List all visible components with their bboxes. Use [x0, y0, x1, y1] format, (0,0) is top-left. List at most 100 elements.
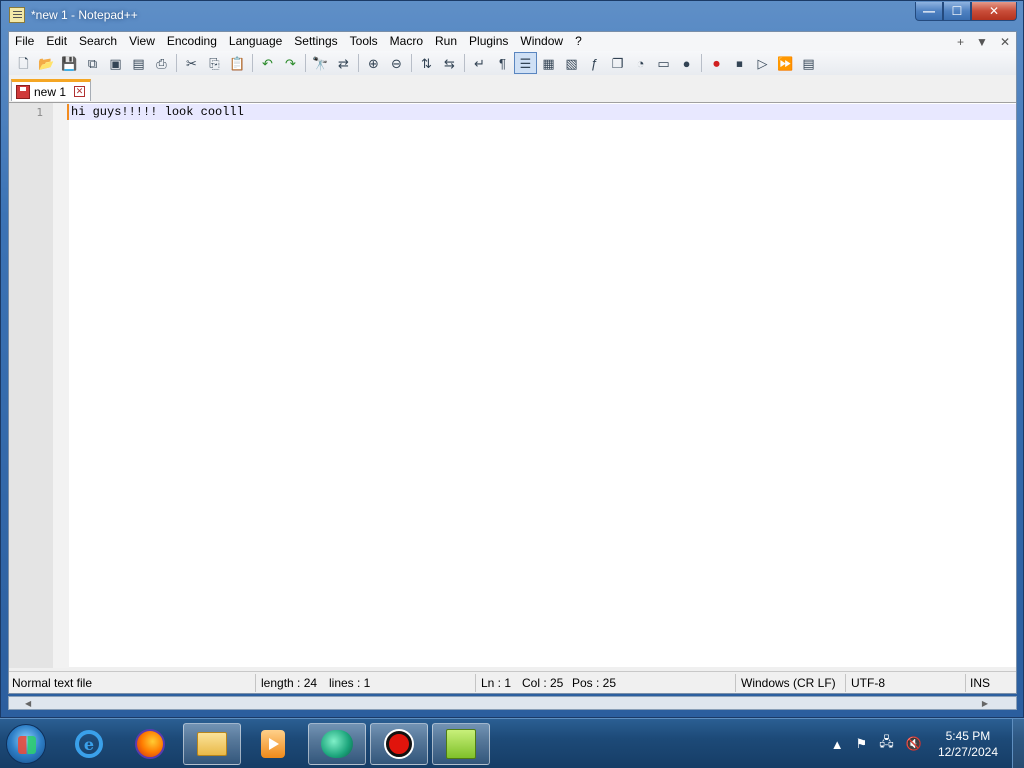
- menu-run[interactable]: Run: [429, 32, 463, 51]
- status-divider: [845, 674, 846, 692]
- undo-icon[interactable]: ↶: [256, 52, 279, 74]
- copy-icon[interactable]: ⎘: [203, 52, 226, 74]
- taskbar-internet-explorer[interactable]: e: [60, 723, 118, 765]
- close-document-icon[interactable]: ✕: [1000, 35, 1010, 49]
- show-hidden-icons-icon[interactable]: ▲: [831, 737, 844, 752]
- bird-app-icon: [321, 730, 353, 758]
- internet-explorer-icon: e: [75, 730, 103, 758]
- taskbar-record-app[interactable]: [370, 723, 428, 765]
- save-all-icon[interactable]: ⧉: [81, 52, 104, 74]
- title-bar[interactable]: *new 1 - Notepad++ — ☐ ✕: [1, 1, 1023, 31]
- status-divider: [735, 674, 736, 692]
- status-file-type: Normal text file: [12, 676, 93, 690]
- status-divider: [255, 674, 256, 692]
- toolbar-separator: [411, 54, 412, 72]
- menu-window[interactable]: Window: [514, 32, 569, 51]
- menu-encoding[interactable]: Encoding: [161, 32, 223, 51]
- status-eol[interactable]: Windows (CR LF): [741, 676, 836, 690]
- zoom-in-icon[interactable]: ⊕: [362, 52, 385, 74]
- menu-search[interactable]: Search: [73, 32, 123, 51]
- udl-icon[interactable]: ▦: [537, 52, 560, 74]
- record-app-icon: [386, 731, 412, 757]
- doc-list-icon[interactable]: ❐: [606, 52, 629, 74]
- maximize-button[interactable]: ☐: [943, 2, 971, 21]
- taskbar-firefox[interactable]: [121, 723, 179, 765]
- paste-icon[interactable]: 📋: [226, 52, 249, 74]
- monitor-icon[interactable]: ◔: [629, 52, 652, 74]
- menu-settings[interactable]: Settings: [288, 32, 343, 51]
- sync-horizontal-icon[interactable]: ⇆: [438, 52, 461, 74]
- replace-icon[interactable]: ⇄: [332, 52, 355, 74]
- run-macro-multiple-icon[interactable]: ⏩: [774, 52, 797, 74]
- media-player-icon: [261, 730, 285, 758]
- tab-bar: new 1 ✕: [9, 77, 1016, 101]
- menu-edit[interactable]: Edit: [40, 32, 73, 51]
- print-icon[interactable]: ⎙: [150, 52, 173, 74]
- open-file-icon[interactable]: 📂: [35, 52, 58, 74]
- indent-guide-icon[interactable]: ☰: [514, 52, 537, 74]
- scroll-left-icon[interactable]: ◀: [25, 699, 31, 708]
- notepadpp-window: *new 1 - Notepad++ — ☐ ✕ File Edit Searc…: [0, 0, 1024, 718]
- close-all-icon[interactable]: ▤: [127, 52, 150, 74]
- menu-view[interactable]: View: [123, 32, 161, 51]
- doc-map-icon[interactable]: ▧: [560, 52, 583, 74]
- play-macro-icon[interactable]: ▷: [751, 52, 774, 74]
- window-title: *new 1 - Notepad++: [31, 8, 138, 22]
- volume-muted-icon[interactable]: 🔇: [906, 736, 922, 752]
- system-tray: ▲ ⚑ 🖧 🔇 5:45 PM 12/27/2024: [825, 719, 1024, 768]
- taskbar-bird-app[interactable]: [308, 723, 366, 765]
- status-ln: Ln : 1: [481, 676, 512, 690]
- fold-margin[interactable]: [53, 103, 69, 668]
- minimize-button[interactable]: —: [915, 2, 943, 21]
- new-file-icon[interactable]: 🗋: [12, 52, 35, 74]
- new-tab-icon[interactable]: +: [957, 35, 964, 49]
- start-button[interactable]: [6, 724, 46, 764]
- toolbar: 🗋 📂 💾 ⧉ ▣ ▤ ⎙ ✂ ⎘ 📋 ↶ ↷ 🔭 ⇄ ⊕ ⊖ ⇅ ⇆ ↵ ¶: [9, 51, 1016, 75]
- action-center-flag-icon[interactable]: ⚑: [856, 736, 868, 752]
- redo-icon[interactable]: ↷: [279, 52, 302, 74]
- toolbar-separator: [701, 54, 702, 72]
- word-wrap-icon[interactable]: ↵: [468, 52, 491, 74]
- menu-language[interactable]: Language: [223, 32, 288, 51]
- tab-label: new 1: [34, 84, 67, 99]
- taskbar-media-player[interactable]: [244, 723, 302, 765]
- firefox-icon: [135, 729, 165, 759]
- line-number: 1: [36, 106, 43, 119]
- menu-help[interactable]: ?: [569, 32, 588, 51]
- save-macro-icon[interactable]: ▤: [797, 52, 820, 74]
- scroll-right-icon[interactable]: ▶: [982, 699, 988, 708]
- stop-record-icon[interactable]: ⏹: [728, 52, 751, 74]
- function-list-icon[interactable]: ƒ: [583, 52, 606, 74]
- menu-plugins[interactable]: Plugins: [463, 32, 514, 51]
- tab-list-dropdown-icon[interactable]: ▼: [976, 35, 988, 49]
- editor-text[interactable]: hi guys!!!!! look coolll: [71, 105, 244, 119]
- window-controls: — ☐ ✕: [915, 2, 1017, 22]
- change-marker: [67, 104, 69, 120]
- menu-macro[interactable]: Macro: [384, 32, 429, 51]
- editor-area[interactable]: 1 hi guys!!!!! look coolll: [9, 102, 1016, 668]
- menu-file[interactable]: File: [9, 32, 40, 51]
- save-icon[interactable]: 💾: [58, 52, 81, 74]
- horizontal-scrollbar[interactable]: ◀ ▶: [8, 696, 1017, 710]
- close-button[interactable]: ✕: [971, 2, 1017, 21]
- cut-icon[interactable]: ✂: [180, 52, 203, 74]
- show-all-chars-icon[interactable]: ¶: [491, 52, 514, 74]
- tab-close-icon[interactable]: ✕: [74, 86, 86, 97]
- chat-icon[interactable]: ●: [675, 52, 698, 74]
- unsaved-file-icon: [16, 84, 30, 99]
- record-macro-icon[interactable]: ⏺: [705, 52, 728, 74]
- find-icon[interactable]: 🔭: [309, 52, 332, 74]
- tab-new-1[interactable]: new 1 ✕: [11, 79, 91, 101]
- sync-vertical-icon[interactable]: ⇅: [415, 52, 438, 74]
- menu-tools[interactable]: Tools: [344, 32, 384, 51]
- status-divider: [965, 674, 966, 692]
- clock[interactable]: 5:45 PM 12/27/2024: [938, 728, 998, 760]
- network-icon[interactable]: 🖧: [879, 733, 894, 755]
- zoom-out-icon[interactable]: ⊖: [385, 52, 408, 74]
- taskbar-notepadpp[interactable]: [432, 723, 490, 765]
- show-desktop-button[interactable]: [1012, 719, 1024, 768]
- taskbar-file-explorer[interactable]: [183, 723, 241, 765]
- clock-date: 12/27/2024: [937, 745, 998, 759]
- folder-workspace-icon[interactable]: ▭: [652, 52, 675, 74]
- close-icon[interactable]: ▣: [104, 52, 127, 74]
